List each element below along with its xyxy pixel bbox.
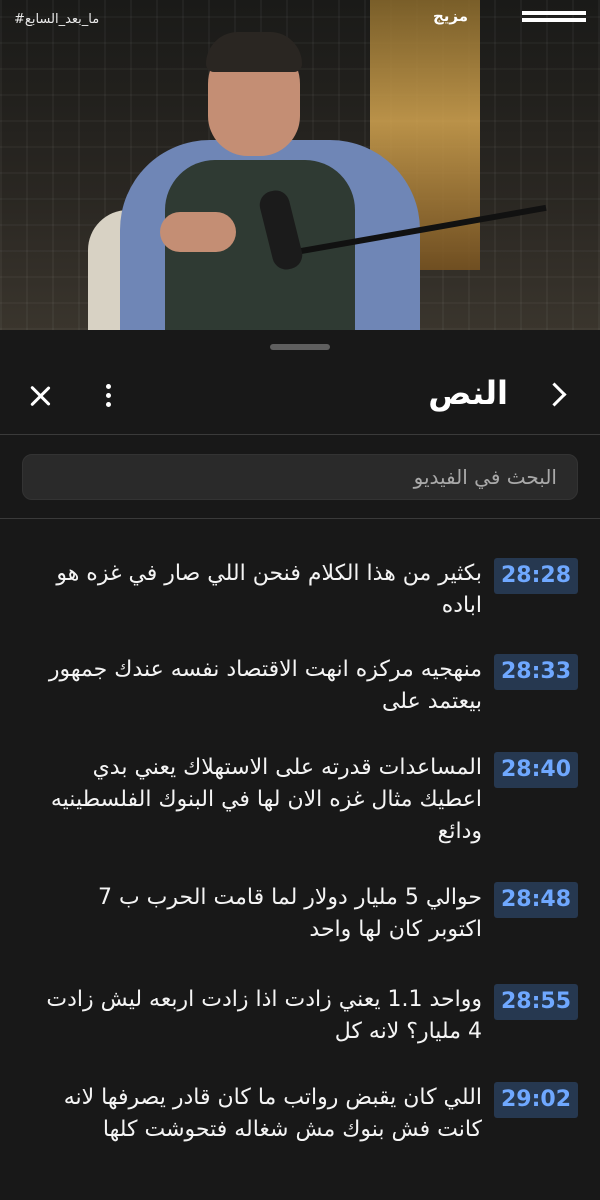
timestamp-badge[interactable]: 28:48 <box>494 882 578 918</box>
search-divider <box>0 518 600 519</box>
speaker-hair <box>206 32 302 72</box>
panel-header: النص <box>0 364 600 434</box>
more-options-icon[interactable] <box>94 382 122 412</box>
timestamp-badge[interactable]: 28:55 <box>494 984 578 1020</box>
transcript-text: وواحد 1.1 يعني زادت اذا زادت اربعه ليش ز… <box>46 987 482 1044</box>
channel-logo: مزيج <box>433 8 586 42</box>
video-player[interactable]: #ما_بعد_السابع مزيج <box>0 0 600 330</box>
channel-logo-text: مزيج <box>432 7 468 25</box>
timestamp-badge[interactable]: 28:40 <box>494 752 578 788</box>
transcript-text: منهجيه مركزه انهت الاقتصاد نفسه عندك جمه… <box>48 657 482 714</box>
transcript-text: بكثير من هذا الكلام فنحن اللي صار في غزه… <box>56 561 482 618</box>
timestamp-badge[interactable]: 29:02 <box>494 1082 578 1118</box>
speaker-hand <box>160 212 236 252</box>
transcript-text: اللي كان يقبض رواتب ما كان قادر يصرفها ل… <box>63 1085 482 1142</box>
search-box[interactable] <box>22 454 578 500</box>
transcript-text: المساعدات قدرته على الاستهلاك يعني بدي ا… <box>50 755 482 844</box>
panel-title: النص <box>428 374 508 412</box>
transcript-text: حوالي 5 مليار دولار لما قامت الحرب ب 7 ا… <box>97 885 482 942</box>
timestamp-badge[interactable]: 28:33 <box>494 654 578 690</box>
close-icon[interactable] <box>22 378 58 414</box>
search-input[interactable] <box>23 455 577 499</box>
chevron-left-icon[interactable] <box>540 378 570 414</box>
drag-handle[interactable] <box>270 344 330 350</box>
header-divider <box>0 434 600 435</box>
timestamp-badge[interactable]: 28:28 <box>494 558 578 594</box>
transcript-panel: النص 28:28 بكثير من هذا الكلام فنحن اللي… <box>0 330 600 1200</box>
